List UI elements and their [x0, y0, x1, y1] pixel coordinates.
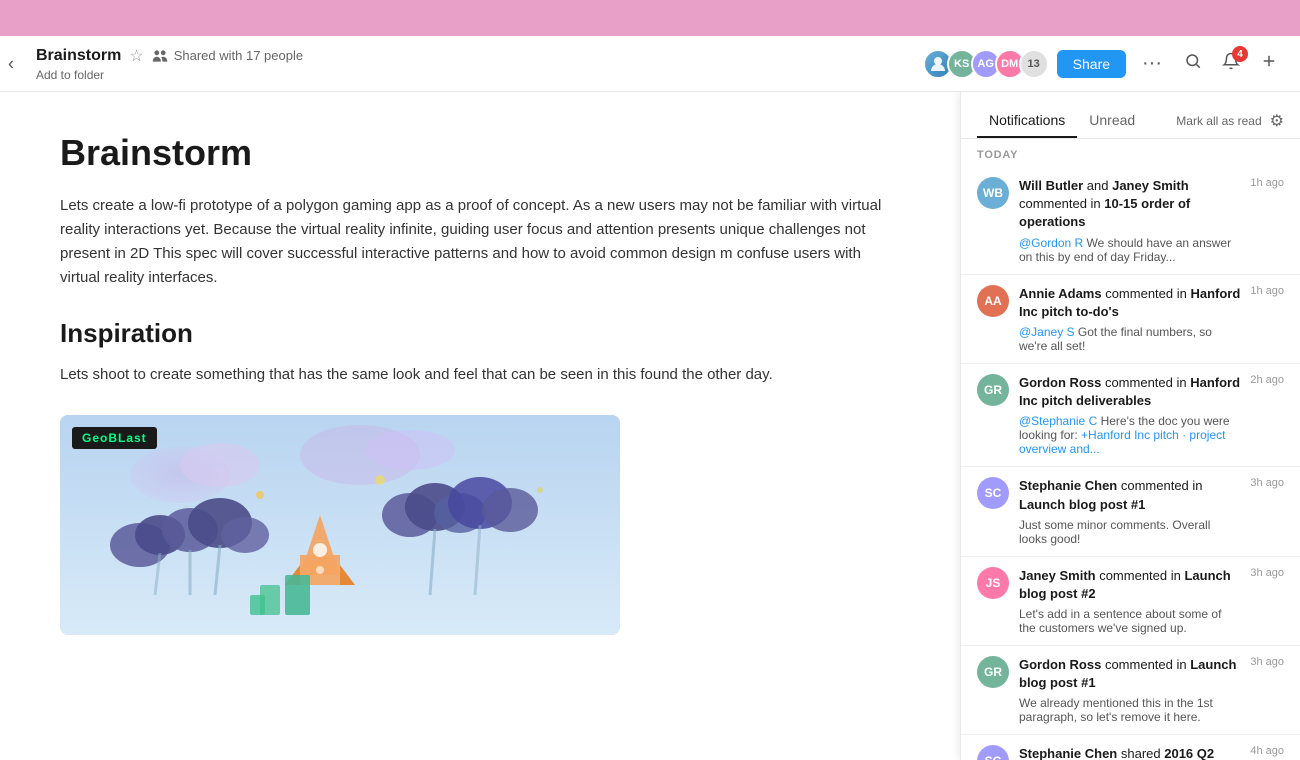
notif-mention-2: @Janey S Got the final numbers, so we're… [1019, 325, 1240, 353]
notifications-tabs: Notifications Unread Mark all as read ⚙ [977, 104, 1284, 138]
notifications-list: WB Will Butler and Janey Smith commented… [961, 167, 1300, 760]
notif-body-4: Stephanie Chen commented in Launch blog … [1019, 477, 1240, 545]
people-icon [152, 48, 168, 64]
notification-item[interactable]: SC Stephanie Chen shared 2016 Q2 goals w… [961, 735, 1300, 760]
notif-body-6: Gordon Ross commented in Launch blog pos… [1019, 656, 1240, 724]
notif-text-2: Annie Adams commented in Hanford Inc pit… [1019, 285, 1240, 321]
notif-mention-3: @Stephanie C Here's the doc you were loo… [1019, 414, 1240, 456]
tab-unread[interactable]: Unread [1077, 104, 1147, 138]
star-icon[interactable]: ☆ [129, 46, 143, 66]
notif-body-2: Annie Adams commented in Hanford Inc pit… [1019, 285, 1240, 353]
notif-avatar-7: SC [977, 745, 1009, 760]
header: ‹ Brainstorm ☆ Shared with 17 people Add… [0, 36, 1300, 92]
top-bar [0, 0, 1300, 36]
document-content: Brainstorm Lets create a low-fi prototyp… [0, 92, 960, 760]
header-left: Brainstorm ☆ Shared with 17 people Add t… [36, 46, 923, 82]
add-to-folder-link[interactable]: Add to folder [36, 68, 923, 82]
notif-avatar-1: WB [977, 177, 1009, 209]
shared-people-label: Shared with 17 people [174, 48, 303, 63]
notif-body-3: Gordon Ross commented in Hanford Inc pit… [1019, 374, 1240, 456]
shared-people-button[interactable]: Shared with 17 people [152, 48, 303, 64]
share-button[interactable]: Share [1057, 50, 1126, 78]
notification-item[interactable]: AA Annie Adams commented in Hanford Inc … [961, 275, 1300, 364]
notif-time-7: 4h ago [1250, 745, 1284, 760]
notif-mention-4: Just some minor comments. Overall looks … [1019, 518, 1240, 546]
header-right: KS AG DM 13 Share ··· 4 [923, 48, 1284, 79]
document-paragraph-2: Lets shoot to create something that has … [60, 363, 900, 387]
back-button[interactable]: ‹ [0, 49, 22, 78]
more-options-button[interactable]: ··· [1134, 48, 1170, 79]
notification-item[interactable]: GR Gordon Ross commented in Launch blog … [961, 646, 1300, 735]
notifications-panel: Notifications Unread Mark all as read ⚙ … [960, 92, 1300, 760]
notification-item[interactable]: JS Janey Smith commented in Launch blog … [961, 557, 1300, 646]
notif-avatar-5: JS [977, 567, 1009, 599]
notifications-header: Notifications Unread Mark all as read ⚙ [961, 92, 1300, 139]
notifications-tab-actions: Mark all as read ⚙ [1176, 111, 1284, 131]
add-button[interactable] [1254, 48, 1284, 79]
avatar-count[interactable]: 13 [1019, 49, 1049, 79]
notifications-button[interactable]: 4 [1216, 48, 1246, 79]
notif-time-5: 3h ago [1250, 567, 1284, 635]
notif-time-3: 2h ago [1250, 374, 1284, 456]
notification-item[interactable]: GR Gordon Ross commented in Hanford Inc … [961, 364, 1300, 467]
notif-mention-5: Let's add in a sentence about some of th… [1019, 607, 1240, 635]
notif-time-1: 1h ago [1250, 177, 1284, 264]
document-section-title: Inspiration [60, 318, 900, 349]
document-main-title: Brainstorm [60, 132, 900, 174]
notif-avatar-6: GR [977, 656, 1009, 688]
notif-time-2: 1h ago [1250, 285, 1284, 353]
document-paragraph-1: Lets create a low-fi prototype of a poly… [60, 194, 900, 290]
avatar-group: KS AG DM 13 [923, 49, 1049, 79]
document-image: GeoBLast [60, 415, 620, 635]
notif-text-1: Will Butler and Janey Smith commented in… [1019, 177, 1240, 232]
notification-item[interactable]: WB Will Butler and Janey Smith commented… [961, 167, 1300, 275]
notif-text-3: Gordon Ross commented in Hanford Inc pit… [1019, 374, 1240, 410]
notif-time-6: 3h ago [1250, 656, 1284, 724]
notifications-settings-icon[interactable]: ⚙ [1270, 111, 1284, 131]
notif-text-6: Gordon Ross commented in Launch blog pos… [1019, 656, 1240, 692]
main-area: Brainstorm Lets create a low-fi prototyp… [0, 92, 1300, 760]
geo-blast-badge: GeoBLast [72, 427, 157, 449]
doc-title: Brainstorm [36, 47, 121, 65]
mark-all-read-button[interactable]: Mark all as read [1176, 114, 1261, 128]
notif-body-7: Stephanie Chen shared 2016 Q2 goals wrap… [1019, 745, 1240, 760]
notif-body-1: Will Butler and Janey Smith commented in… [1019, 177, 1240, 264]
notif-text-7: Stephanie Chen shared 2016 Q2 goals wrap… [1019, 745, 1240, 760]
notif-avatar-4: SC [977, 477, 1009, 509]
notif-text-5: Janey Smith commented in Launch blog pos… [1019, 567, 1240, 603]
notif-mention-6: We already mentioned this in the 1st par… [1019, 696, 1240, 724]
notif-text-4: Stephanie Chen commented in Launch blog … [1019, 477, 1240, 513]
notif-time-4: 3h ago [1250, 477, 1284, 545]
notification-badge: 4 [1232, 46, 1248, 62]
notif-avatar-2: AA [977, 285, 1009, 317]
search-icon [1184, 52, 1202, 70]
search-button[interactable] [1178, 48, 1208, 79]
notif-avatar-3: GR [977, 374, 1009, 406]
notification-item[interactable]: SC Stephanie Chen commented in Launch bl… [961, 467, 1300, 556]
plus-icon [1260, 52, 1278, 70]
notifications-today-label: TODAY [961, 139, 1300, 167]
notif-body-5: Janey Smith commented in Launch blog pos… [1019, 567, 1240, 635]
notif-mention-1: @Gordon R We should have an answer on th… [1019, 236, 1240, 264]
header-title-row: Brainstorm ☆ Shared with 17 people [36, 46, 923, 66]
tab-notifications[interactable]: Notifications [977, 104, 1077, 138]
